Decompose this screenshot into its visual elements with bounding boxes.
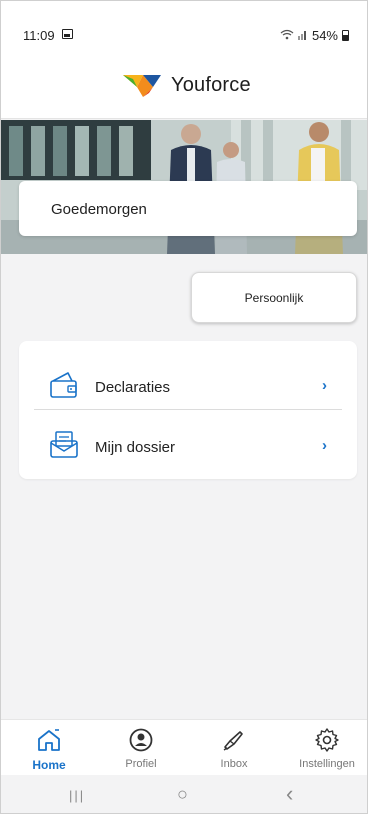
youforce-logo-icon	[123, 75, 161, 97]
nav-inbox-label: Inbox	[220, 758, 248, 770]
app-header: Youforce	[1, 53, 367, 119]
tab-persoonlijk-label: Persoonlijk	[244, 290, 304, 305]
status-bar: 11:09 54%	[1, 1, 367, 53]
greeting-text: Goedemorgen	[51, 201, 147, 218]
image-icon	[62, 29, 73, 39]
system-nav-bar: ||| ○ ‹	[1, 775, 367, 813]
menu-item-mijn-dossier[interactable]: Mijn dossier ›	[19, 409, 357, 477]
menu-item-label: Declaraties	[95, 379, 171, 396]
signal-icon	[297, 28, 308, 43]
nav-profiel[interactable]: Profiel	[101, 720, 181, 776]
home-button[interactable]: ○	[177, 784, 188, 805]
home-icon	[38, 729, 60, 751]
bottom-nav: Home Profiel Inbox Instellingen	[1, 719, 367, 775]
chevron-right-icon: ›	[322, 377, 327, 394]
nav-instellingen[interactable]: Instellingen	[287, 720, 367, 776]
menu-card: Declaraties › Mijn dossier ›	[19, 341, 357, 479]
tab-persoonlijk[interactable]: Persoonlijk	[191, 272, 357, 323]
back-button[interactable]: ‹	[286, 781, 293, 807]
nav-instellingen-label: Instellingen	[299, 758, 355, 770]
profile-icon	[129, 728, 153, 752]
brand-name: Youforce	[171, 74, 251, 96]
battery-percent: 54%	[311, 28, 338, 43]
nav-home[interactable]: Home	[9, 720, 89, 776]
wifi-icon	[280, 29, 294, 43]
gear-icon	[315, 728, 339, 752]
nav-home-label: Home	[32, 758, 66, 772]
wallet-icon	[50, 372, 77, 398]
app-screen: 11:09 54% Youforce Goedemorgen Persoonli…	[0, 0, 368, 814]
status-time: 11:09	[23, 28, 55, 43]
recents-button[interactable]: |||	[69, 788, 85, 803]
chevron-right-icon: ›	[322, 437, 327, 454]
nav-profiel-label: Profiel	[125, 758, 157, 770]
inbox-icon	[223, 731, 243, 751]
nav-inbox[interactable]: Inbox	[194, 720, 274, 776]
menu-item-declaraties[interactable]: Declaraties ›	[19, 349, 357, 417]
battery-icon	[342, 30, 349, 41]
dossier-icon	[50, 431, 78, 458]
greeting-card: Goedemorgen	[19, 181, 357, 236]
status-right: 54%	[280, 28, 349, 43]
menu-item-label: Mijn dossier	[95, 439, 176, 456]
